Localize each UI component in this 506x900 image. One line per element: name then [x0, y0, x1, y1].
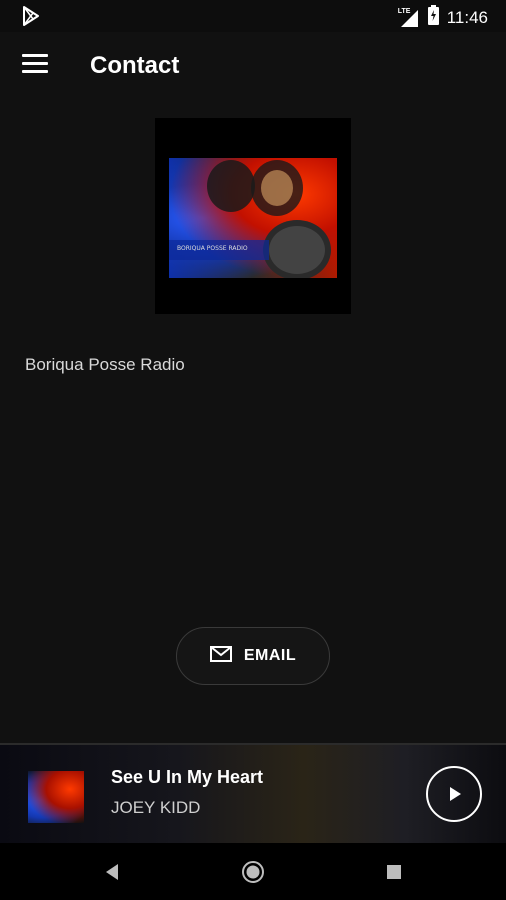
system-nav-bar [0, 843, 506, 900]
station-name: Boriqua Posse Radio [25, 355, 185, 374]
station-logo: BORIQUA POSSE RADIO [155, 118, 351, 314]
mail-icon [209, 645, 232, 667]
signal-icon: LTE [398, 8, 420, 28]
now-playing-artwork [28, 771, 84, 823]
page-title: Contact [90, 52, 180, 79]
home-icon[interactable] [241, 860, 265, 889]
back-icon[interactable] [104, 863, 120, 886]
app-bar: Contact [0, 32, 506, 100]
song-artist: JOEY KIDD [111, 798, 201, 817]
recents-icon[interactable] [386, 864, 402, 885]
now-playing-bar[interactable]: See U In My Heart JOEY KIDD [0, 743, 506, 845]
logo-artwork: BORIQUA POSSE RADIO [169, 158, 337, 278]
logo-text: BORIQUA POSSE RADIO [177, 245, 248, 252]
battery-icon [427, 5, 439, 30]
status-bar: LTE 11:46 [0, 0, 506, 32]
email-button[interactable]: EMAIL [176, 627, 330, 685]
hamburger-menu-icon[interactable] [22, 54, 48, 74]
play-button[interactable] [426, 766, 482, 822]
clock: 11:46 [446, 7, 488, 27]
song-title: See U In My Heart [111, 767, 264, 787]
play-icon [450, 787, 461, 801]
play-store-icon [22, 6, 40, 31]
email-button-label: EMAIL [243, 647, 297, 664]
